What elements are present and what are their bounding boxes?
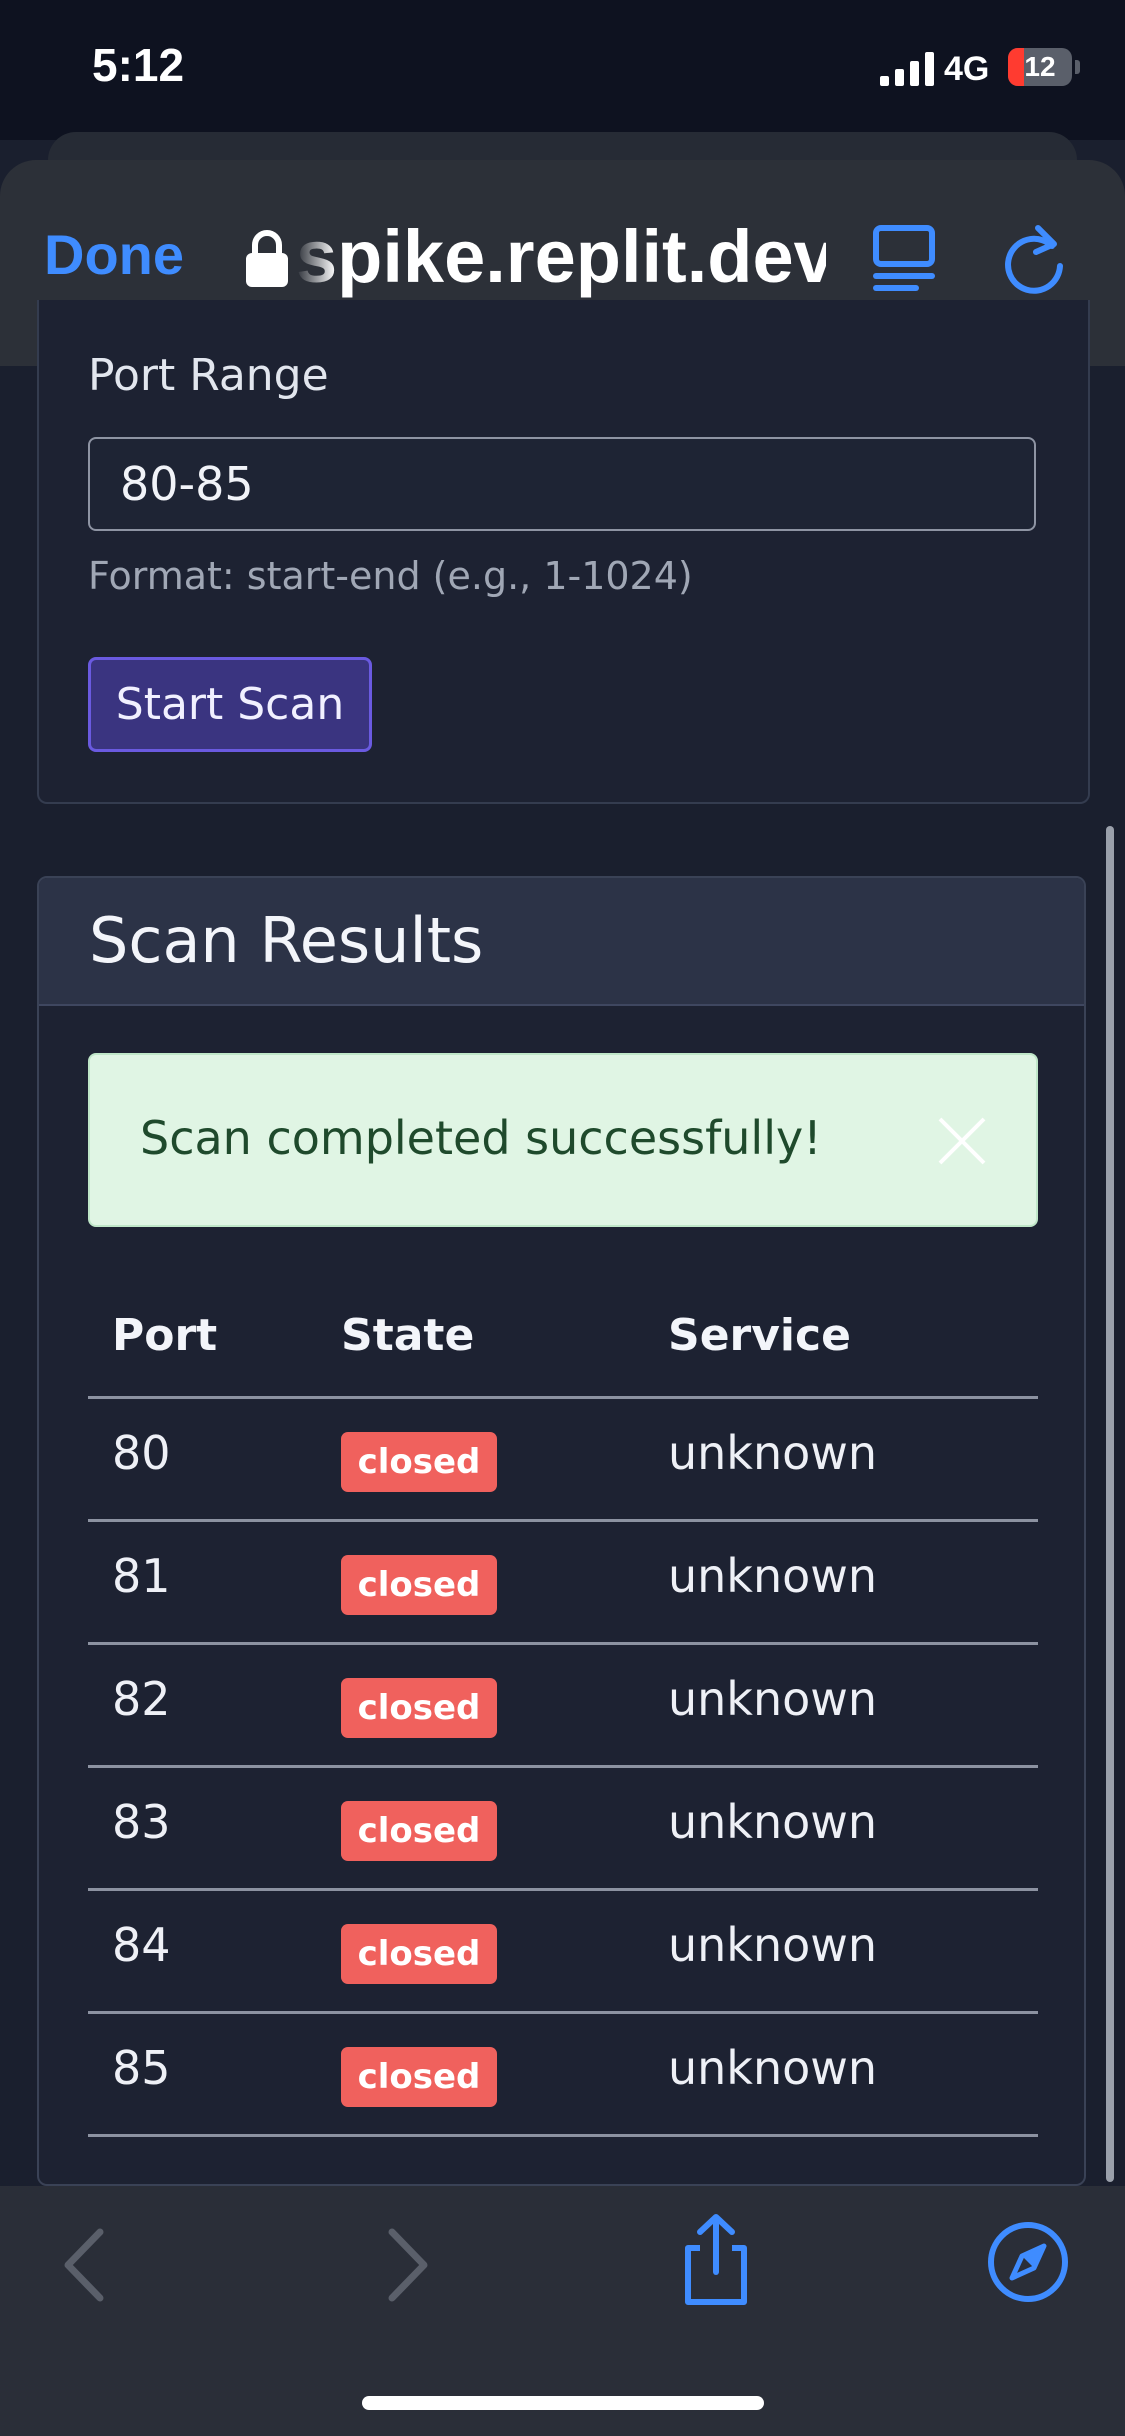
state-badge: closed xyxy=(341,1432,497,1492)
alert-message: Scan completed successfully! xyxy=(140,1111,822,1165)
home-indicator[interactable] xyxy=(362,2396,764,2410)
column-header-state: State xyxy=(341,1310,475,1361)
forward-arrow-icon[interactable] xyxy=(382,2226,434,2304)
start-scan-button[interactable]: Start Scan xyxy=(88,657,372,752)
port-cell: 84 xyxy=(112,1918,171,1972)
column-header-port: Port xyxy=(112,1310,218,1361)
table-header: Port State Service xyxy=(88,1300,1038,1399)
signal-strength-icon xyxy=(880,52,934,86)
service-cell: unknown xyxy=(668,1426,878,1480)
column-header-service: Service xyxy=(668,1310,851,1361)
service-cell: unknown xyxy=(668,1672,878,1726)
service-cell: unknown xyxy=(668,1795,878,1849)
port-range-input[interactable] xyxy=(88,437,1036,531)
close-icon[interactable] xyxy=(936,1115,988,1167)
status-bar: 5:12 4G 12 xyxy=(0,0,1125,140)
port-cell: 83 xyxy=(112,1795,171,1849)
url-text: spike.replit.dev xyxy=(296,215,826,298)
state-badge: closed xyxy=(341,1924,497,1984)
port-cell: 85 xyxy=(112,2041,171,2095)
port-cell: 82 xyxy=(112,1672,171,1726)
format-hint: Format: start-end (e.g., 1-1024) xyxy=(88,554,693,598)
battery-level: 12 xyxy=(1024,51,1056,82)
table-row: 82 closed unknown xyxy=(88,1642,1038,1768)
state-badge: closed xyxy=(341,1555,497,1615)
table-row: 80 closed unknown xyxy=(88,1396,1038,1522)
done-button[interactable]: Done xyxy=(44,222,184,287)
port-cell: 81 xyxy=(112,1549,171,1603)
compass-icon[interactable] xyxy=(986,2220,1070,2304)
back-arrow-icon[interactable] xyxy=(58,2226,110,2304)
table-row: 83 closed unknown xyxy=(88,1765,1038,1891)
table-row: 85 closed unknown xyxy=(88,2011,1038,2137)
service-cell: unknown xyxy=(668,2041,878,2095)
reader-view-icon[interactable] xyxy=(872,222,936,294)
state-badge: closed xyxy=(341,2047,497,2107)
service-cell: unknown xyxy=(668,1918,878,1972)
port-cell: 80 xyxy=(112,1426,171,1480)
share-icon[interactable] xyxy=(676,2212,756,2308)
battery-icon: 12 xyxy=(1008,48,1072,86)
results-title: Scan Results xyxy=(89,904,484,977)
lock-icon xyxy=(246,230,288,287)
state-badge: closed xyxy=(341,1678,497,1738)
page-scrollbar[interactable] xyxy=(1106,826,1114,2182)
results-header: Scan Results xyxy=(39,878,1084,1006)
table-row: 84 closed unknown xyxy=(88,1888,1038,2014)
status-time: 5:12 xyxy=(92,39,185,91)
port-range-label: Port Range xyxy=(88,350,329,401)
table-row: 81 closed unknown xyxy=(88,1519,1038,1645)
success-alert: Scan completed successfully! xyxy=(88,1053,1038,1227)
reload-icon[interactable] xyxy=(1000,222,1070,294)
address-bar[interactable]: spike.replit.dev xyxy=(296,212,826,302)
service-cell: unknown xyxy=(668,1549,878,1603)
state-badge: closed xyxy=(341,1801,497,1861)
battery-cap xyxy=(1075,60,1080,74)
network-type: 4G xyxy=(944,50,990,88)
